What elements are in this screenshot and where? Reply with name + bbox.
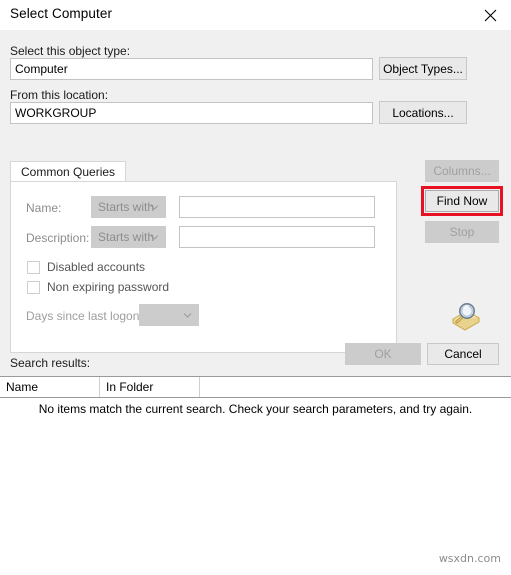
name-label: Name: [26, 201, 62, 215]
find-now-highlight [421, 186, 503, 216]
disabled-accounts-label: Disabled accounts [47, 260, 146, 274]
tab-strip: Common Queries [10, 161, 397, 182]
days-since-last-logon-label: Days since last logon: [26, 309, 143, 323]
stop-button[interactable]: Stop [425, 221, 499, 243]
checkbox-box [27, 280, 40, 294]
description-label: Description: [26, 231, 90, 245]
cancel-button[interactable]: Cancel [427, 343, 499, 365]
description-operator-value: Starts with [98, 230, 155, 244]
object-types-button[interactable]: Object Types... [379, 57, 467, 80]
results-list[interactable]: No items match the current search. Check… [0, 398, 511, 436]
results-empty-message: No items match the current search. Check… [38, 402, 473, 416]
column-header-name[interactable]: Name [0, 377, 100, 397]
close-icon[interactable] [469, 0, 511, 30]
description-value-input[interactable] [179, 226, 375, 248]
days-since-last-logon-select[interactable] [139, 304, 199, 326]
object-type-input[interactable]: Computer [10, 58, 373, 80]
title-bar: Select Computer [0, 0, 511, 30]
description-operator-select[interactable]: Starts with [91, 226, 166, 248]
checkbox-box [27, 260, 40, 274]
ok-button[interactable]: OK [345, 343, 421, 365]
results-column-header: Name In Folder [0, 376, 511, 398]
name-value-input[interactable] [179, 196, 375, 218]
locations-button[interactable]: Locations... [379, 101, 467, 124]
location-label: From this location: [10, 88, 109, 102]
column-header-in-folder[interactable]: In Folder [100, 377, 200, 397]
watermark-text: wsxdn.com [438, 552, 501, 565]
select-computer-dialog: Select Computer Select this object type:… [0, 0, 511, 436]
object-type-label: Select this object type: [10, 44, 131, 58]
chevron-down-icon [150, 203, 159, 212]
tab-common-queries[interactable]: Common Queries [10, 161, 127, 182]
magnifier-over-folder-icon [443, 300, 481, 334]
non-expiring-password-label: Non expiring password [47, 280, 170, 294]
chevron-down-icon [150, 233, 159, 242]
name-operator-value: Starts with [98, 200, 155, 214]
common-queries-panel: Name: Starts with Description: Starts wi… [10, 181, 397, 353]
disabled-accounts-checkbox[interactable]: Disabled accounts [27, 260, 145, 274]
column-header-blank[interactable] [200, 377, 511, 397]
chevron-down-icon [183, 311, 192, 320]
window-title: Select Computer [10, 6, 113, 21]
columns-button[interactable]: Columns... [425, 160, 499, 182]
non-expiring-password-checkbox[interactable]: Non expiring password [27, 280, 169, 294]
name-operator-select[interactable]: Starts with [91, 196, 166, 218]
search-results-label: Search results: [10, 356, 91, 370]
location-input[interactable]: WORKGROUP [10, 102, 373, 124]
watermark-area: wsxdn.com [0, 436, 511, 575]
